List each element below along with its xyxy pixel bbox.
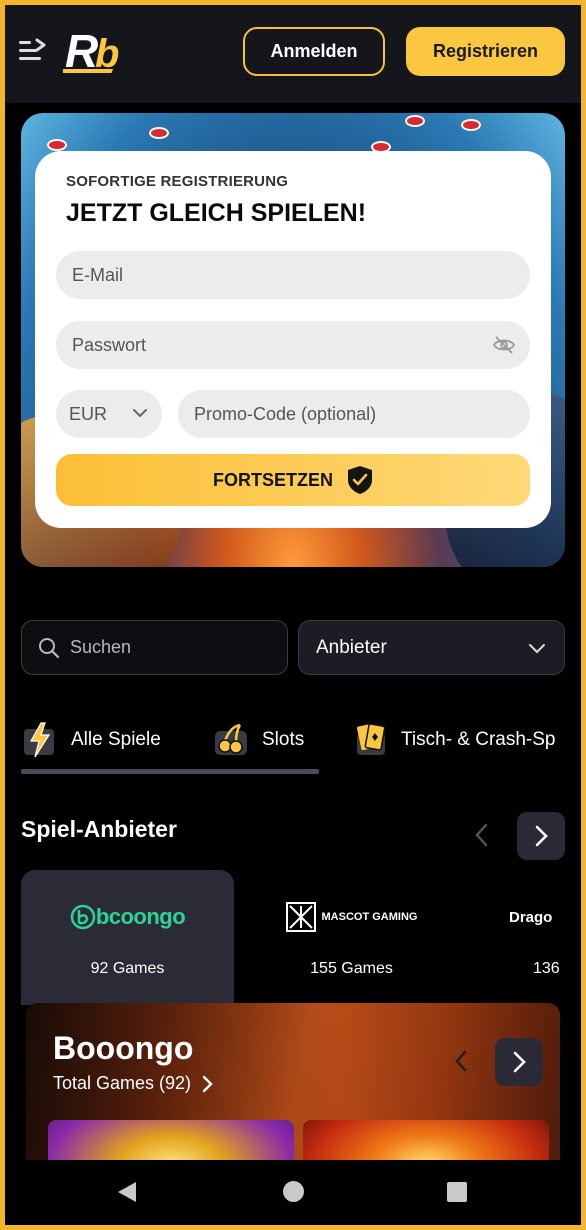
continue-label: FORTSETZEN	[213, 469, 333, 490]
poker-chip-decoration	[405, 115, 425, 127]
signup-card: SOFORTIGE REGISTRIERUNG JETZT GLEICH SPI…	[35, 151, 551, 528]
provider-card-dragon[interactable]: Drago 136	[485, 870, 581, 1005]
signup-title: JETZT GLEICH SPIELEN!	[66, 199, 367, 227]
provider-count: 92 Games	[90, 960, 165, 977]
provider-count: 136	[533, 960, 560, 977]
search-placeholder: Suchen	[70, 637, 132, 657]
tab-table-crash[interactable]: Tisch- & Crash-Sp	[351, 721, 556, 759]
menu-icon[interactable]	[19, 38, 47, 64]
chevron-down-icon	[133, 409, 147, 418]
cherry-icon	[215, 723, 247, 755]
provider-card-boongo[interactable]: bcoongo 92 Games	[21, 870, 234, 1005]
provider-dropdown-label: Anbieter	[316, 636, 387, 658]
tab-all-games[interactable]: Alle Spiele	[21, 721, 161, 759]
currency-select[interactable]: EUR	[56, 390, 162, 438]
mascot-mark-icon	[285, 902, 316, 932]
featured-title: Booongo	[53, 1030, 194, 1066]
brand-logo[interactable]: R b	[49, 25, 137, 77]
provider-name: MASCOT GAMING	[321, 911, 418, 923]
poker-chip-decoration	[461, 119, 481, 131]
featured-total-link[interactable]: Total Games (92)	[53, 1073, 213, 1094]
app-frame: R b Anmelden Registrieren SOFORTIGE REGI…	[5, 5, 581, 1225]
active-tab-indicator	[21, 769, 319, 774]
lightning-icon	[24, 722, 54, 758]
provider-name: Drago	[509, 908, 553, 926]
tab-slots[interactable]: Slots	[212, 721, 304, 759]
cards-icon	[357, 723, 386, 755]
email-field[interactable]: E-Mail	[56, 251, 530, 299]
continue-button[interactable]: FORTSETZEN	[56, 454, 530, 506]
search-icon	[39, 637, 60, 658]
boongo-logo: bcoongo	[21, 900, 234, 934]
poker-chip-decoration	[47, 139, 67, 151]
tab-label: Tisch- & Crash-Sp	[401, 729, 556, 750]
featured-subtitle: Total Games (92)	[53, 1073, 192, 1093]
provider-count: 155 Games	[310, 960, 393, 977]
boongo-mark-icon	[70, 904, 96, 930]
chevron-right-icon	[513, 1051, 526, 1073]
back-icon[interactable]	[116, 1180, 138, 1204]
category-tabs: Alle Spiele Slots Tisch- & Crash-Sp	[5, 713, 581, 777]
shield-check-icon	[348, 466, 372, 494]
signup-kicker: SOFORTIGE REGISTRIERUNG	[66, 173, 289, 190]
featured-next-button[interactable]	[495, 1038, 543, 1086]
chevron-left-icon[interactable]	[451, 1048, 471, 1074]
tab-label: Slots	[262, 729, 305, 750]
register-button[interactable]: Registrieren	[406, 27, 565, 76]
home-icon[interactable]	[283, 1181, 304, 1202]
tab-label: Alle Spiele	[71, 729, 161, 750]
provider-name: bcoongo	[95, 904, 186, 929]
providers-section-title: Spiel-Anbieter	[21, 816, 177, 842]
chevron-right-icon	[202, 1075, 213, 1092]
search-input[interactable]: Suchen	[21, 620, 288, 675]
chevron-down-icon	[529, 644, 545, 654]
promo-code-field[interactable]: Promo-Code (optional)	[178, 390, 530, 438]
recent-apps-icon[interactable]	[447, 1182, 467, 1202]
login-button[interactable]: Anmelden	[243, 27, 385, 76]
system-nav-bar	[5, 1160, 581, 1225]
poker-chip-decoration	[149, 127, 169, 139]
top-header: R b Anmelden Registrieren	[5, 5, 581, 103]
providers-next-button[interactable]	[517, 812, 565, 860]
provider-card-mascot[interactable]: MASCOT GAMING 155 Games	[244, 870, 459, 1005]
chevron-left-icon[interactable]	[467, 817, 497, 853]
password-field[interactable]: Passwort	[56, 321, 530, 369]
chevron-right-icon	[535, 825, 548, 847]
promo-placeholder: Promo-Code (optional)	[194, 403, 377, 424]
currency-value: EUR	[69, 403, 108, 424]
dragon-logo: Drago	[485, 900, 581, 934]
password-placeholder: Passwort	[72, 334, 147, 355]
mascot-logo: MASCOT GAMING	[244, 900, 459, 934]
eye-off-icon[interactable]	[492, 333, 516, 357]
provider-dropdown[interactable]: Anbieter	[298, 620, 565, 675]
email-placeholder: E-Mail	[72, 264, 124, 285]
